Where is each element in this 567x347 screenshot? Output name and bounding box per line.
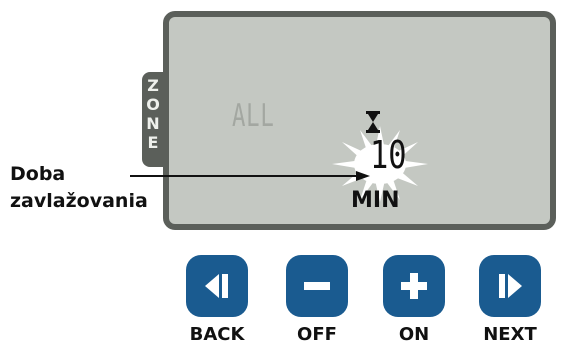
back-button-label: BACK [189, 324, 245, 345]
off-button-label: OFF [297, 324, 337, 345]
watering-time-value: 10 [370, 133, 407, 177]
back-icon [205, 274, 228, 298]
callout-line-2: zavlažovania [10, 190, 148, 212]
plus-icon [401, 273, 427, 299]
zone-letter: Z [147, 76, 159, 95]
callout-line-1: Doba [10, 163, 66, 185]
callout-arrow [130, 171, 370, 181]
zone-selection-text: ALL [232, 98, 275, 134]
callout-label: Doba zavlažovania [10, 161, 148, 215]
next-button-label: NEXT [483, 324, 537, 345]
zone-letter: E [147, 133, 159, 152]
hourglass-icon [366, 111, 380, 133]
on-button-label: ON [398, 324, 430, 345]
off-button[interactable] [286, 255, 348, 317]
zone-label: Z O N E [142, 76, 164, 152]
minus-icon [304, 282, 330, 290]
time-unit-label: MIN [351, 188, 400, 213]
zone-letter: N [146, 114, 160, 133]
next-icon [499, 274, 522, 298]
back-button[interactable] [186, 255, 248, 317]
on-button[interactable] [383, 255, 445, 317]
zone-letter: O [146, 95, 160, 114]
next-button[interactable] [479, 255, 541, 317]
